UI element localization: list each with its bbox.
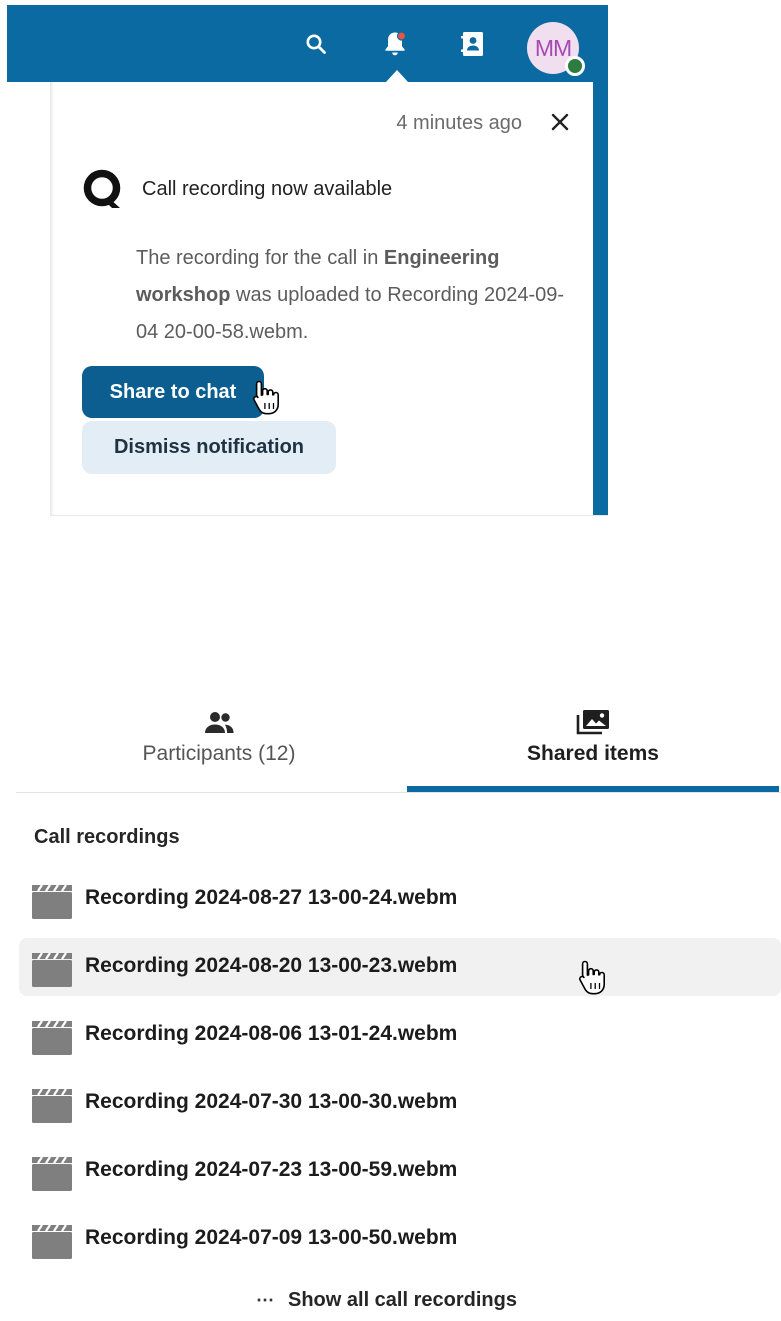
notification-message: The recording for the call in Engineerin… (136, 240, 566, 351)
search-icon[interactable] (299, 27, 333, 61)
video-file-icon (32, 952, 72, 987)
show-all-call-recordings-button[interactable]: ⋯ Show all call recordings (256, 1284, 517, 1316)
tab-shared-items-label: Shared items (527, 742, 659, 765)
list-item[interactable]: Recording 2024-07-23 13-00-59.webm (19, 1142, 781, 1200)
active-tab-indicator (407, 786, 779, 792)
contacts-icon[interactable] (456, 27, 490, 61)
online-status-dot (565, 56, 585, 76)
bell-icon[interactable] (378, 27, 412, 61)
avatar-initials: MM (534, 34, 572, 61)
tab-participants[interactable]: Participants (12) (30, 700, 408, 792)
section-title-call-recordings: Call recordings (34, 826, 180, 848)
list-item[interactable]: Recording 2024-08-06 13-01-24.webm (19, 1006, 781, 1064)
tab-participants-label: Participants (12) (142, 742, 296, 765)
popover-caret (386, 70, 408, 82)
message-prefix: The recording for the call in (136, 247, 384, 269)
notification-title: Call recording now available (142, 178, 393, 200)
media-gallery-icon (576, 710, 609, 735)
tabs-divider (16, 792, 781, 793)
header-extension (593, 82, 608, 516)
recording-name: Recording 2024-08-20 13-00-23.webm (85, 954, 458, 977)
recording-name: Recording 2024-07-30 13-00-30.webm (85, 1090, 458, 1113)
video-file-icon (32, 1224, 72, 1259)
recording-name: Recording 2024-08-27 13-00-24.webm (85, 886, 458, 909)
recording-name: Recording 2024-07-23 13-00-59.webm (85, 1158, 458, 1181)
notification-panel-bottom-border (50, 515, 608, 516)
avatar[interactable]: MM (527, 22, 585, 76)
dismiss-notification-button[interactable]: Dismiss notification (82, 421, 336, 474)
list-item[interactable]: Recording 2024-07-09 13-00-50.webm (19, 1210, 781, 1268)
more-icon: ⋯ (256, 1289, 274, 1310)
tab-shared-items[interactable]: Shared items (407, 700, 779, 792)
notification-panel-edge (50, 82, 54, 516)
close-icon[interactable] (544, 106, 576, 138)
video-file-icon (32, 1088, 72, 1123)
list-item[interactable]: Recording 2024-07-30 13-00-30.webm (19, 1074, 781, 1132)
list-item[interactable]: Recording 2024-08-20 13-00-23.webm (19, 938, 781, 996)
video-file-icon (32, 884, 72, 919)
top-header-bar: MM (7, 5, 608, 82)
video-file-icon (32, 1020, 72, 1055)
recording-name: Recording 2024-08-06 13-01-24.webm (85, 1022, 458, 1045)
share-to-chat-button[interactable]: Share to chat (82, 366, 264, 418)
talk-app-icon (80, 167, 126, 213)
show-all-label: Show all call recordings (288, 1288, 517, 1311)
people-icon (205, 712, 234, 733)
notification-time: 4 minutes ago (396, 112, 522, 134)
recording-name: Recording 2024-07-09 13-00-50.webm (85, 1226, 458, 1249)
video-file-icon (32, 1156, 72, 1191)
list-item[interactable]: Recording 2024-08-27 13-00-24.webm (19, 870, 781, 928)
